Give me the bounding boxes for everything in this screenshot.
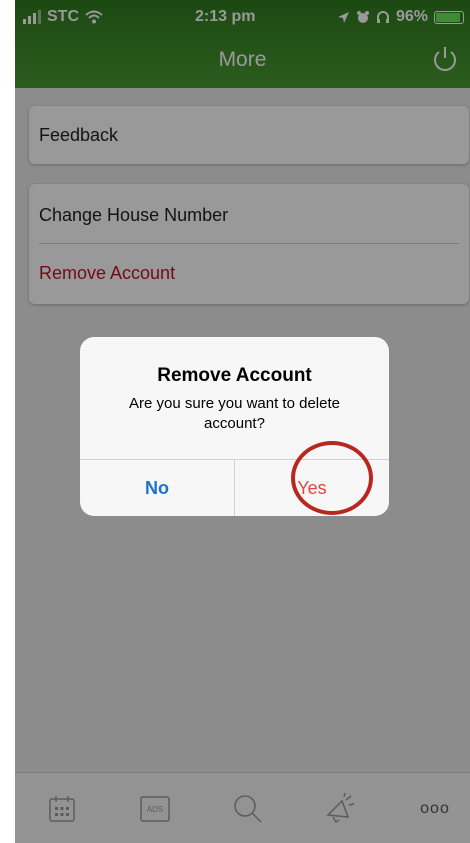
yes-highlight-circle: [291, 441, 373, 515]
no-button[interactable]: No: [80, 460, 234, 516]
dialog-message: Are you sure you want to delete account?: [129, 395, 340, 432]
dialog-title: Remove Account: [157, 365, 312, 386]
